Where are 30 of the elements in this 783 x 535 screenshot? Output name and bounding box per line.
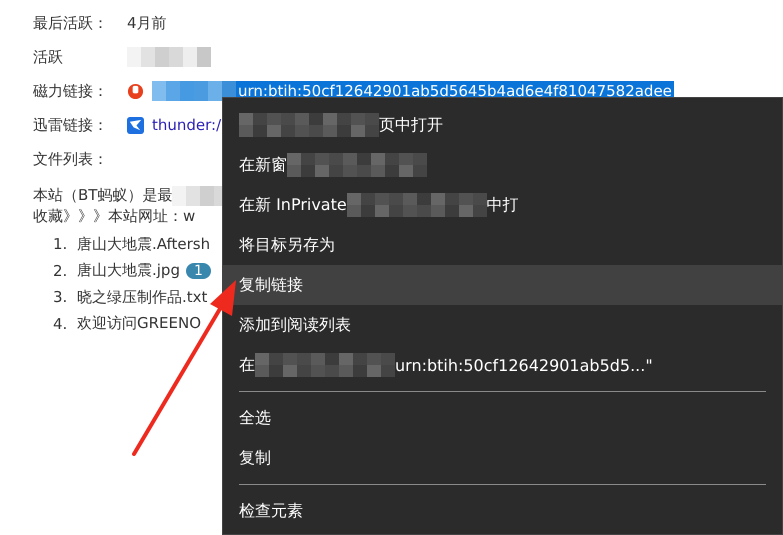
- field-value: 4月前: [127, 14, 167, 32]
- list-number: 1.: [53, 235, 68, 254]
- field-label: 最后活跃：: [33, 14, 109, 32]
- notice-text: 本站（BT蚂蚁）是最: [33, 186, 172, 205]
- file-name: 晓之绿压制作品.txt: [77, 288, 208, 307]
- list-number: 3.: [53, 288, 68, 306]
- field-label: 磁力链接：: [33, 82, 109, 100]
- menu-item[interactable]: 复制链接: [223, 265, 782, 305]
- menu-item[interactable]: 在新窗: [223, 145, 782, 185]
- magnet-icon: [127, 82, 144, 100]
- field-label: 文件列表：: [33, 150, 109, 168]
- menu-item[interactable]: 将目标另存为: [223, 225, 782, 265]
- menu-item[interactable]: 在新 InPrivate 中打: [223, 185, 782, 225]
- list-number: 2.: [53, 262, 68, 280]
- menu-item[interactable]: 页中打开: [223, 105, 782, 145]
- list-number: 4.: [53, 314, 68, 333]
- file-name: 唐山大地震.jpg: [77, 261, 180, 280]
- notice-text: 收藏》》》本站网址：w: [33, 207, 196, 226]
- menu-item[interactable]: 复制: [223, 438, 782, 478]
- file-name: 欢迎访问GREENO: [77, 314, 202, 334]
- field-label: 活跃: [33, 48, 64, 66]
- file-name: 唐山大地震.Aftersh: [77, 234, 210, 254]
- field-label: 迅雷链接：: [33, 116, 109, 134]
- menu-item[interactable]: 在 urn:btih:50cf12642901ab5d5...": [223, 345, 782, 385]
- bird-icon: [127, 116, 144, 134]
- menu-item[interactable]: 添加到阅读列表: [223, 305, 782, 345]
- menu-item[interactable]: 检查元素: [223, 491, 782, 531]
- thunder-link[interactable]: thunder:/: [152, 116, 222, 134]
- menu-item[interactable]: 全选: [223, 398, 782, 438]
- count-badge: 1: [186, 262, 211, 279]
